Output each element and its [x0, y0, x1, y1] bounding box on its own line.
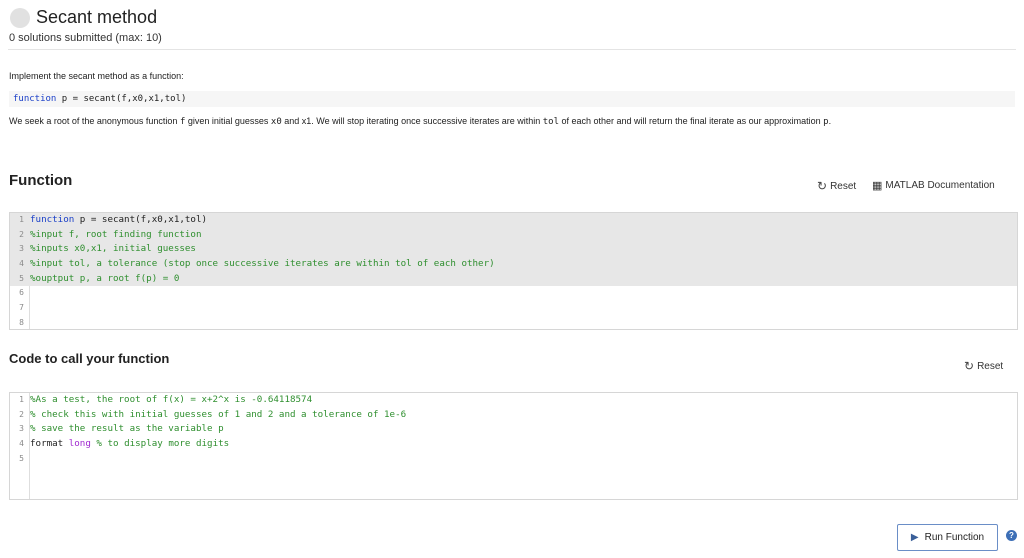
- code-token: p = secant(f,x0,x1,tol): [74, 214, 208, 225]
- code-line[interactable]: 4 format long % to display more digits: [10, 437, 1017, 452]
- function-signature: function p = secant(f,x0,x1,tol): [9, 91, 1015, 107]
- play-icon: ▶: [910, 532, 919, 543]
- function-reset-label: Reset: [830, 180, 857, 192]
- code-token: %inputs x0,x1, initial guesses: [30, 243, 196, 255]
- code-token: % to display more digits: [90, 438, 230, 450]
- code-line[interactable]: 3 %inputs x0,x1, initial guesses: [10, 242, 1017, 258]
- line-number: 3: [19, 424, 24, 434]
- call-reset-button[interactable]: ↻ Reset: [964, 359, 1003, 373]
- code-line[interactable]: 6: [10, 286, 1017, 301]
- refresh-icon: ↻: [817, 179, 828, 193]
- code-line[interactable]: 5: [10, 452, 1017, 467]
- code-line[interactable]: 2 % check this with initial guesses of 1 …: [10, 408, 1017, 423]
- line-number: 2: [19, 409, 24, 419]
- function-code-editor[interactable]: 1 function p = secant(f,x0,x1,tol) 2 %input…: [9, 212, 1018, 330]
- code-line[interactable]: 1 %As a test, the root of f(x) = x+2^x is…: [10, 393, 1017, 408]
- description-text: We seek a root of the anonymous function: [9, 116, 180, 126]
- signature-rest: p = secant(f,x0,x1,tol): [56, 94, 187, 104]
- problem-description: We seek a root of the anonymous function…: [9, 116, 831, 127]
- code-line[interactable]: 7: [10, 301, 1017, 316]
- signature-keyword: function: [13, 94, 57, 104]
- inline-code: x0: [270, 117, 282, 127]
- line-number: 2: [19, 229, 24, 239]
- line-number: 6: [19, 288, 24, 298]
- description-text: of each other and will return the final …: [559, 116, 824, 126]
- line-number: 3: [19, 244, 24, 254]
- doc-link-label: MATLAB Documentation: [885, 180, 995, 191]
- code-line[interactable]: 5 %ouptput p, a root f(p) = 0: [10, 271, 1017, 287]
- problem-intro: Implement the secant method as a functio…: [9, 71, 184, 81]
- code-line[interactable]: 3 % save the result as the variable p: [10, 422, 1017, 437]
- status-circle-icon: [10, 8, 30, 28]
- line-number: 5: [19, 273, 24, 283]
- code-line[interactable]: 8: [10, 316, 1017, 329]
- code-token: %input tol, a tolerance (stop once succe…: [30, 258, 495, 270]
- code-token: % save the result as the variable p: [30, 423, 224, 435]
- code-token: %As a test, the root of f(x) = x+2^x is …: [30, 394, 313, 405]
- code-token: function: [30, 214, 75, 225]
- matlab-documentation-link[interactable]: ▦ MATLAB Documentation: [872, 179, 995, 192]
- code-line[interactable]: 2 %input f, root finding function: [10, 227, 1017, 243]
- description-text: .: [828, 116, 832, 126]
- function-section-title: Function: [9, 172, 73, 189]
- line-number: 7: [19, 303, 24, 313]
- line-number: 1: [19, 395, 24, 404]
- code-line[interactable]: 4 %input tol, a tolerance (stop once succ…: [10, 257, 1017, 272]
- line-number: 8: [19, 317, 24, 327]
- call-code-editor[interactable]: 1 %As a test, the root of f(x) = x+2^x is…: [9, 392, 1018, 500]
- code-token: format: [30, 438, 64, 450]
- code-line[interactable]: 1 function p = secant(f,x0,x1,tol): [10, 213, 1017, 228]
- help-icon[interactable]: ?: [1006, 530, 1017, 541]
- description-text: and x1. We will stop iterating once succ…: [281, 116, 543, 126]
- call-section-title: Code to call your function: [9, 351, 170, 366]
- line-number: 4: [19, 439, 24, 449]
- call-reset-label: Reset: [977, 360, 1004, 372]
- code-token: %input f, root finding function: [30, 228, 202, 240]
- page-title: Secant method: [36, 7, 158, 27]
- function-reset-button[interactable]: ↻ Reset: [817, 179, 856, 193]
- submission-count: 0 solutions submitted (max: 10): [9, 32, 162, 44]
- description-text: given initial guesses: [185, 116, 271, 126]
- line-number: 5: [19, 453, 24, 463]
- refresh-icon: ↻: [964, 359, 975, 373]
- code-token: % check this with initial guesses of 1 a…: [30, 408, 407, 420]
- code-token: long: [63, 438, 91, 450]
- inline-code: tol: [542, 117, 559, 127]
- code-token: %ouptput p, a root f(p) = 0: [30, 272, 180, 284]
- line-number: 4: [19, 259, 24, 269]
- line-number: 1: [19, 215, 24, 224]
- run-function-label: Run Function: [924, 532, 985, 543]
- run-function-button[interactable]: ▶ Run Function: [897, 524, 998, 551]
- divider: [8, 49, 1016, 50]
- book-icon: ▦: [872, 180, 883, 192]
